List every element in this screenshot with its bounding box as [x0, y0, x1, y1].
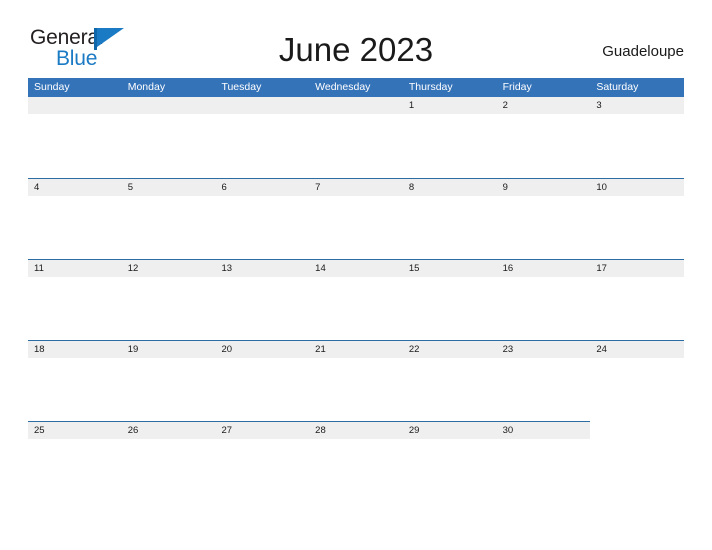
- day-cell[interactable]: 7: [309, 179, 403, 196]
- day-cell[interactable]: 16: [497, 260, 591, 277]
- weekday-header-row: Sunday Monday Tuesday Wednesday Thursday…: [28, 78, 684, 97]
- day-cell[interactable]: 26: [122, 422, 216, 439]
- day-cell[interactable]: 29: [403, 422, 497, 439]
- page-title: June 2023: [278, 31, 434, 68]
- calendar-week-row: 1 2 3: [28, 97, 684, 178]
- day-cell[interactable]: 18: [28, 341, 122, 358]
- day-cell[interactable]: 10: [590, 179, 684, 196]
- day-cell[interactable]: 5: [122, 179, 216, 196]
- day-cell[interactable]: 30: [497, 422, 591, 439]
- day-cell[interactable]: [122, 97, 216, 114]
- day-cell[interactable]: 3: [590, 97, 684, 114]
- day-cell[interactable]: 20: [215, 341, 309, 358]
- weekday-header-friday: Friday: [502, 81, 532, 93]
- week-day-cells: 11 12 13 14 15 16 17: [28, 260, 684, 277]
- day-cell[interactable]: 17: [590, 260, 684, 277]
- calendar-week-row: 25 26 27 28 29 30: [28, 421, 684, 502]
- weekday-header-tuesday: Tuesday: [221, 81, 262, 93]
- day-cell[interactable]: 22: [403, 341, 497, 358]
- day-cell[interactable]: 15: [403, 260, 497, 277]
- day-cell[interactable]: 1: [403, 97, 497, 114]
- week-day-cells: 25 26 27 28 29 30: [28, 422, 684, 439]
- day-cell[interactable]: 6: [215, 179, 309, 196]
- weekday-header-thursday: Thursday: [408, 81, 453, 93]
- day-cell[interactable]: 23: [497, 341, 591, 358]
- week-day-cells: 4 5 6 7 8 9 10: [28, 179, 684, 196]
- week-day-cells: 18 19 20 21 22 23 24: [28, 341, 684, 358]
- day-cell[interactable]: 9: [497, 179, 591, 196]
- day-cell[interactable]: 25: [28, 422, 122, 439]
- day-cell[interactable]: 8: [403, 179, 497, 196]
- day-cell[interactable]: 27: [215, 422, 309, 439]
- day-cell[interactable]: 12: [122, 260, 216, 277]
- day-cell[interactable]: 11: [28, 260, 122, 277]
- weekday-header-saturday: Saturday: [596, 81, 639, 93]
- calendar-week-row: 4 5 6 7 8 9 10: [28, 178, 684, 259]
- calendar-page: General Blue June 2023 Guadeloupe Sunday…: [0, 0, 712, 550]
- day-cell[interactable]: 2: [497, 97, 591, 114]
- day-cell[interactable]: [309, 97, 403, 114]
- calendar-grid: Sunday Monday Tuesday Wednesday Thursday…: [28, 78, 684, 502]
- day-cell[interactable]: 28: [309, 422, 403, 439]
- calendar-week-row: 11 12 13 14 15 16 17: [28, 259, 684, 340]
- day-cell[interactable]: [215, 97, 309, 114]
- region-label: Guadeloupe: [602, 43, 684, 60]
- week-day-cells: 1 2 3: [28, 97, 684, 114]
- day-cell[interactable]: [590, 422, 684, 439]
- day-cell[interactable]: 4: [28, 179, 122, 196]
- day-cell[interactable]: 24: [590, 341, 684, 358]
- weekday-header-wednesday: Wednesday: [315, 81, 371, 93]
- page-header: General Blue June 2023 Guadeloupe: [28, 26, 684, 72]
- calendar-week-row: 18 19 20 21 22 23 24: [28, 340, 684, 421]
- day-cell[interactable]: 14: [309, 260, 403, 277]
- day-cell[interactable]: [28, 97, 122, 114]
- day-cell[interactable]: 21: [309, 341, 403, 358]
- weekday-header-sunday: Sunday: [34, 81, 70, 93]
- day-cell[interactable]: 19: [122, 341, 216, 358]
- day-cell[interactable]: 13: [215, 260, 309, 277]
- weekday-header-monday: Monday: [127, 81, 166, 93]
